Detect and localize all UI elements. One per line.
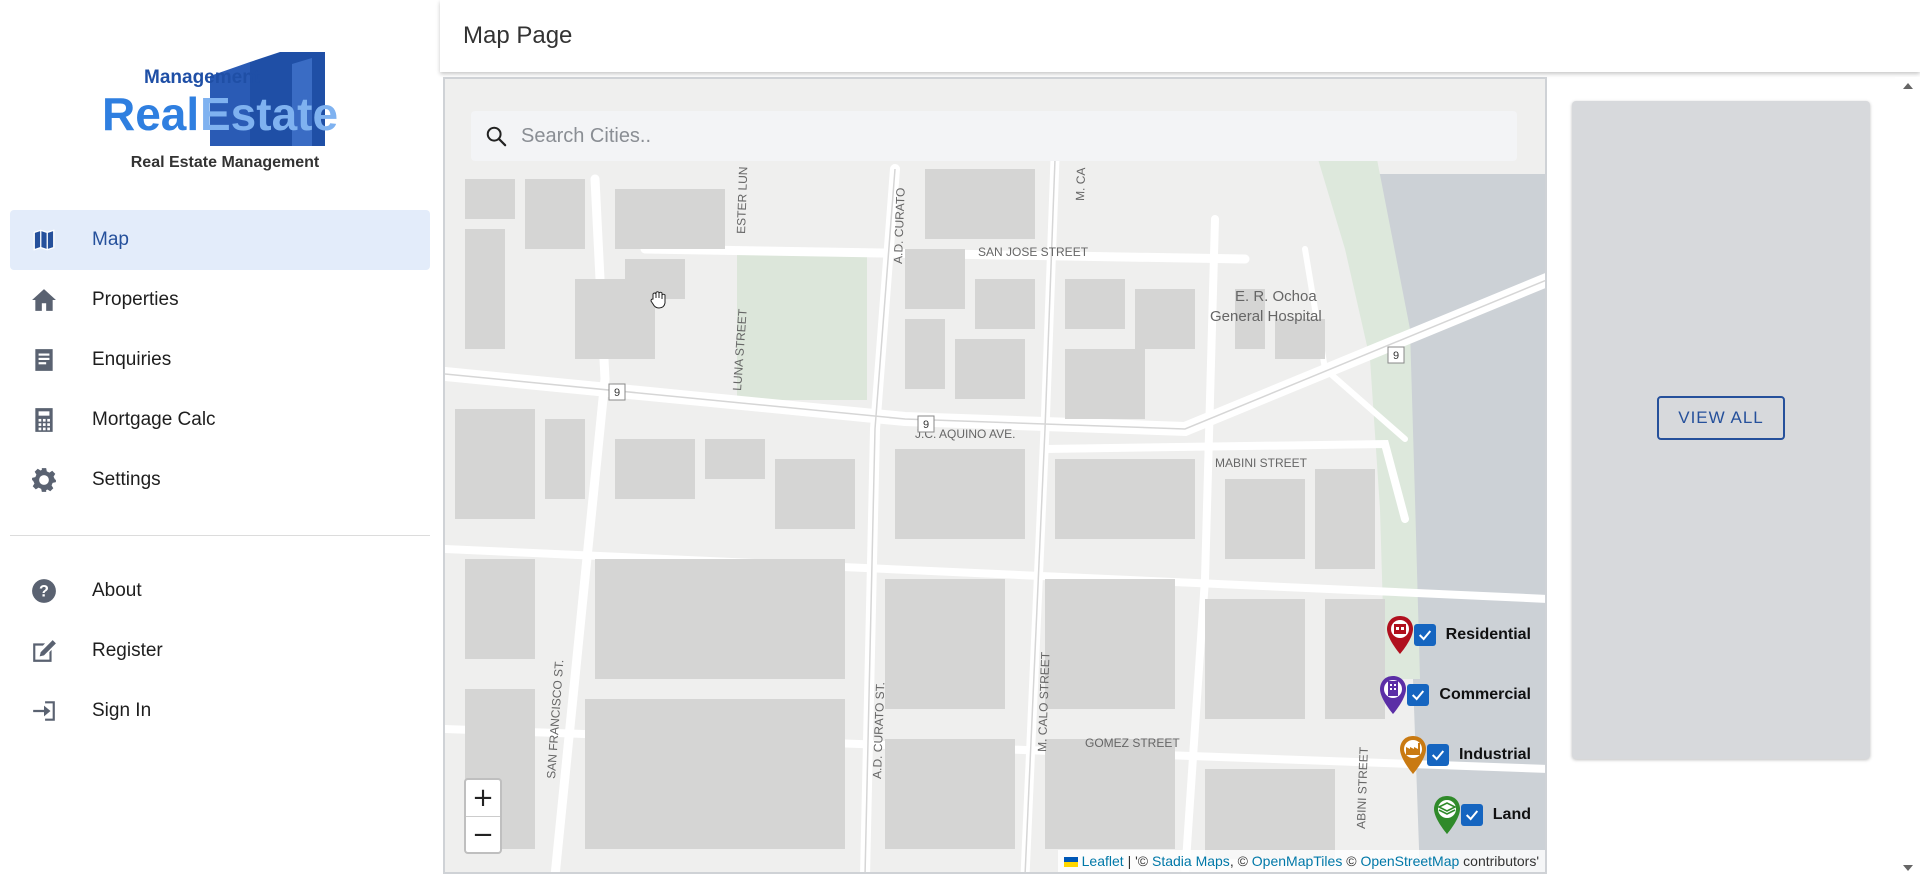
legend-row-residential[interactable]: Residential <box>1361 605 1531 665</box>
page-title: Map Page <box>463 22 573 49</box>
street-label-m-ca: M. CA <box>1073 167 1088 201</box>
legend-row-commercial[interactable]: Commercial <box>1361 665 1531 725</box>
commercial-checkbox[interactable] <box>1407 684 1430 706</box>
map-view[interactable]: SAN JOSE STREET J.C. AQUINO AVE. MABINI … <box>443 77 1547 874</box>
zoom-out-button[interactable]: − <box>466 816 500 852</box>
nav-label-mortgage-calc: Mortgage Calc <box>92 409 216 430</box>
openstreetmap-link[interactable]: OpenStreetMap <box>1360 853 1459 869</box>
street-label-ester-lun: ESTER LUN <box>734 166 750 234</box>
industrial-checkbox[interactable] <box>1426 744 1449 766</box>
nav-label-settings: Settings <box>92 469 161 490</box>
nav-item-map[interactable]: Map <box>10 210 430 270</box>
nav-item-settings[interactable]: Settings <box>10 450 430 510</box>
svg-text:?: ? <box>39 582 49 600</box>
search-input[interactable] <box>521 116 1501 156</box>
land-checkbox[interactable] <box>1460 804 1483 826</box>
nav-item-register[interactable]: Register <box>10 621 430 681</box>
openmaptiles-link[interactable]: OpenMapTiles <box>1252 853 1343 869</box>
scroll-down-icon[interactable] <box>1903 865 1913 871</box>
attribution-tail: contributors' <box>1459 853 1539 869</box>
zoom-in-button[interactable]: + <box>466 780 500 816</box>
edit-icon <box>10 621 70 681</box>
nav-divider <box>10 535 430 536</box>
nav-label-properties: Properties <box>92 289 179 310</box>
nav-label-sign-in: Sign In <box>92 700 152 721</box>
place-label-hospital-line2: General Hospital <box>1210 308 1322 325</box>
property-type-legend: Residential Commercial Industrial Land <box>1361 605 1531 845</box>
calculator-icon <box>10 390 70 450</box>
leaflet-link[interactable]: Leaflet <box>1082 853 1124 869</box>
industrial-pin-icon <box>1399 736 1426 774</box>
nav-label-map: Map <box>92 229 129 250</box>
land-pin-icon <box>1433 796 1460 834</box>
stadia-link[interactable]: Stadia Maps <box>1152 853 1230 869</box>
scroll-up-icon[interactable] <box>1903 83 1913 89</box>
svg-text:Management: Management <box>144 67 261 88</box>
document-icon <box>10 330 70 390</box>
street-label-ad-curato: A.D. CURATO <box>891 187 908 264</box>
ukraine-flag-icon <box>1063 857 1078 867</box>
legend-row-land[interactable]: Land <box>1361 785 1531 845</box>
nav-label-enquiries: Enquiries <box>92 349 172 370</box>
attribution-sep: , © <box>1229 853 1252 869</box>
secondary-nav: ? About Register Sign In <box>10 561 430 741</box>
attribution-sep: © <box>1342 853 1361 869</box>
nav-item-sign-in[interactable]: Sign In <box>10 681 430 741</box>
route-shield-label: 9 <box>614 387 620 399</box>
search-bar[interactable] <box>471 111 1517 161</box>
sign-in-icon <box>10 681 70 741</box>
sidebar: Management Real Estate Real Estate Manag… <box>0 0 440 879</box>
real-estate-logo[interactable]: Management Real Estate <box>100 46 360 156</box>
street-label-gomez: GOMEZ STREET <box>1085 736 1180 750</box>
svg-text:Real: Real <box>102 88 199 140</box>
legend-label-industrial: Industrial <box>1458 746 1531 763</box>
residential-pin-icon <box>1386 616 1413 654</box>
legend-label-residential: Residential <box>1445 626 1531 643</box>
map-icon <box>10 210 70 270</box>
legend-row-industrial[interactable]: Industrial <box>1361 725 1531 785</box>
search-icon <box>471 111 521 161</box>
legend-label-commercial: Commercial <box>1439 686 1531 703</box>
gear-icon <box>10 450 70 510</box>
help-icon: ? <box>10 561 70 621</box>
residential-checkbox[interactable] <box>1413 624 1436 646</box>
nav-label-about: About <box>92 580 142 601</box>
route-shield-label: 9 <box>1393 350 1399 362</box>
legend-label-land: Land <box>1492 806 1531 823</box>
commercial-pin-icon <box>1380 676 1407 714</box>
property-list-panel: VIEW ALL <box>1572 101 1870 759</box>
view-all-button[interactable]: VIEW ALL <box>1657 396 1785 440</box>
nav-item-mortgage-calc[interactable]: Mortgage Calc <box>10 390 430 450</box>
street-label-mabini: MABINI STREET <box>1215 456 1308 470</box>
app-header: Map Page <box>440 0 1920 72</box>
nav-label-register: Register <box>92 640 163 661</box>
nav-item-enquiries[interactable]: Enquiries <box>10 330 430 390</box>
map-attribution: Leaflet | '© Stadia Maps, © OpenMapTiles… <box>1057 850 1545 872</box>
home-icon <box>10 270 70 330</box>
nav-item-properties[interactable]: Properties <box>10 270 430 330</box>
primary-nav: Map Properties Enquiries Mortgage Calc S… <box>10 210 430 510</box>
street-label-san-jose: SAN JOSE STREET <box>978 245 1089 259</box>
nav-item-about[interactable]: ? About <box>10 561 430 621</box>
page-scrollbar[interactable] <box>1895 77 1920 879</box>
zoom-control: + − <box>464 778 502 854</box>
attribution-sep: | '© <box>1123 853 1152 869</box>
svg-text:Estate: Estate <box>200 88 338 140</box>
route-shield-label: 9 <box>923 419 929 431</box>
brand-caption: Real Estate Management <box>130 154 320 171</box>
place-label-hospital-line1: E. R. Ochoa <box>1235 288 1317 305</box>
